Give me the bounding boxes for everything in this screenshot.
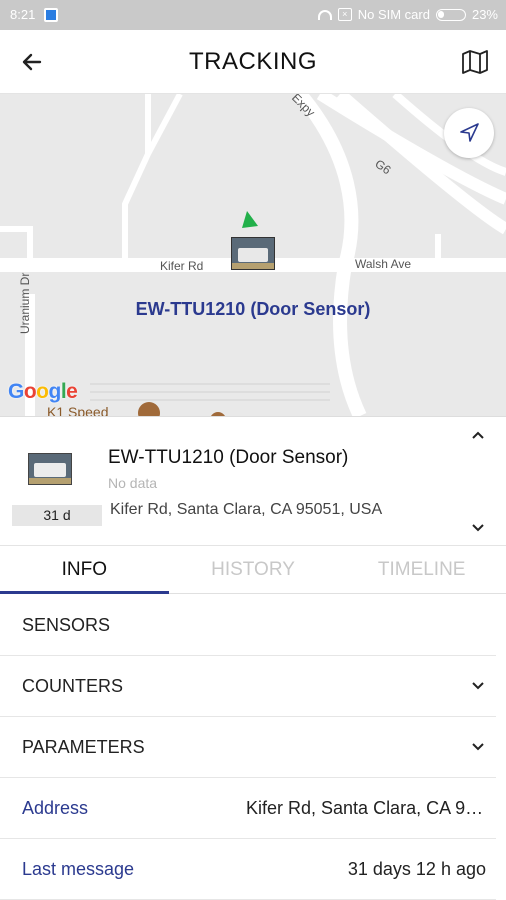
unit-marker[interactable]	[231, 237, 275, 270]
address-value: Kifer Rd, Santa Clara, CA 95051, USA	[246, 798, 486, 818]
unit-name: EW-TTU1210 (Door Sensor)	[108, 447, 349, 468]
last-message-value: 31 days 12 h ago	[347, 859, 486, 879]
battery-percent: 23%	[471, 7, 498, 22]
google-logo: Google	[8, 380, 78, 403]
wifi-icon	[317, 9, 332, 20]
unit-map-label-text: EW-TTU1210 (Door Sensor)	[135, 299, 371, 319]
battery-icon	[435, 8, 466, 21]
chevron-down-icon[interactable]	[470, 522, 486, 534]
tab-history[interactable]: HISTORY	[169, 546, 338, 593]
last-message-row[interactable]: Last message 31 days 12 h ago	[0, 839, 496, 900]
unit-card[interactable]: 31 d EW-TTU1210 (Door Sensor) No data Ki…	[0, 416, 506, 546]
info-list: SENSORS COUNTERS PARAMETERS Address Kife…	[0, 595, 506, 900]
no-sim-icon: ×	[337, 8, 352, 21]
tab-info[interactable]: INFO	[0, 546, 169, 594]
chevron-down-icon	[472, 743, 484, 751]
status-time: 8:21	[10, 7, 36, 22]
my-location-button[interactable]	[444, 108, 494, 158]
counters-row[interactable]: COUNTERS	[0, 656, 496, 717]
chevron-up-icon[interactable]	[470, 429, 486, 441]
parameters-label: PARAMETERS	[22, 737, 145, 757]
age-badge: 31 d	[12, 505, 102, 526]
tab-timeline[interactable]: TIMELINE	[337, 546, 506, 593]
map-view-button[interactable]	[460, 47, 490, 77]
truck-image	[238, 248, 268, 262]
address-row[interactable]: Address Kifer Rd, Santa Clara, CA 95051,…	[0, 778, 496, 839]
direction-arrow-icon	[242, 211, 258, 228]
status-bar: 8:21 × No SIM card 23%	[0, 0, 506, 30]
street-label-kifer: Kifer Rd	[160, 259, 204, 273]
app-header: TRACKING	[0, 30, 506, 94]
sensors-label: SENSORS	[22, 615, 111, 635]
page-title: TRACKING	[188, 48, 317, 75]
unit-status: No data	[108, 475, 158, 491]
map-icon	[462, 50, 488, 74]
notification-app-icon	[44, 8, 58, 22]
tab-bar: INFO HISTORY TIMELINE	[0, 546, 506, 594]
sim-status-text: No SIM card	[357, 7, 430, 22]
unit-address: Kifer Rd, Santa Clara, CA 95051, USA	[110, 501, 383, 518]
parameters-row[interactable]: PARAMETERS	[0, 717, 496, 778]
sensors-row[interactable]: SENSORS	[0, 595, 496, 656]
unit-map-label: EW-TTU1210 (Door Sensor)	[0, 299, 506, 320]
unit-thumbnail	[28, 453, 72, 485]
address-label: Address	[22, 798, 89, 818]
chevron-down-icon	[472, 682, 484, 690]
street-label-walsh: Walsh Ave	[355, 257, 412, 271]
status-indicators: × No SIM card 23%	[317, 7, 498, 22]
navigation-arrow-icon	[460, 123, 479, 142]
poi-label: K1 Speed	[47, 404, 109, 416]
last-message-label: Last message	[22, 859, 135, 879]
counters-label: COUNTERS	[22, 676, 124, 696]
map-view[interactable]: Kifer Rd Walsh Ave Uranium Dr G6 Expy EW…	[0, 94, 506, 416]
